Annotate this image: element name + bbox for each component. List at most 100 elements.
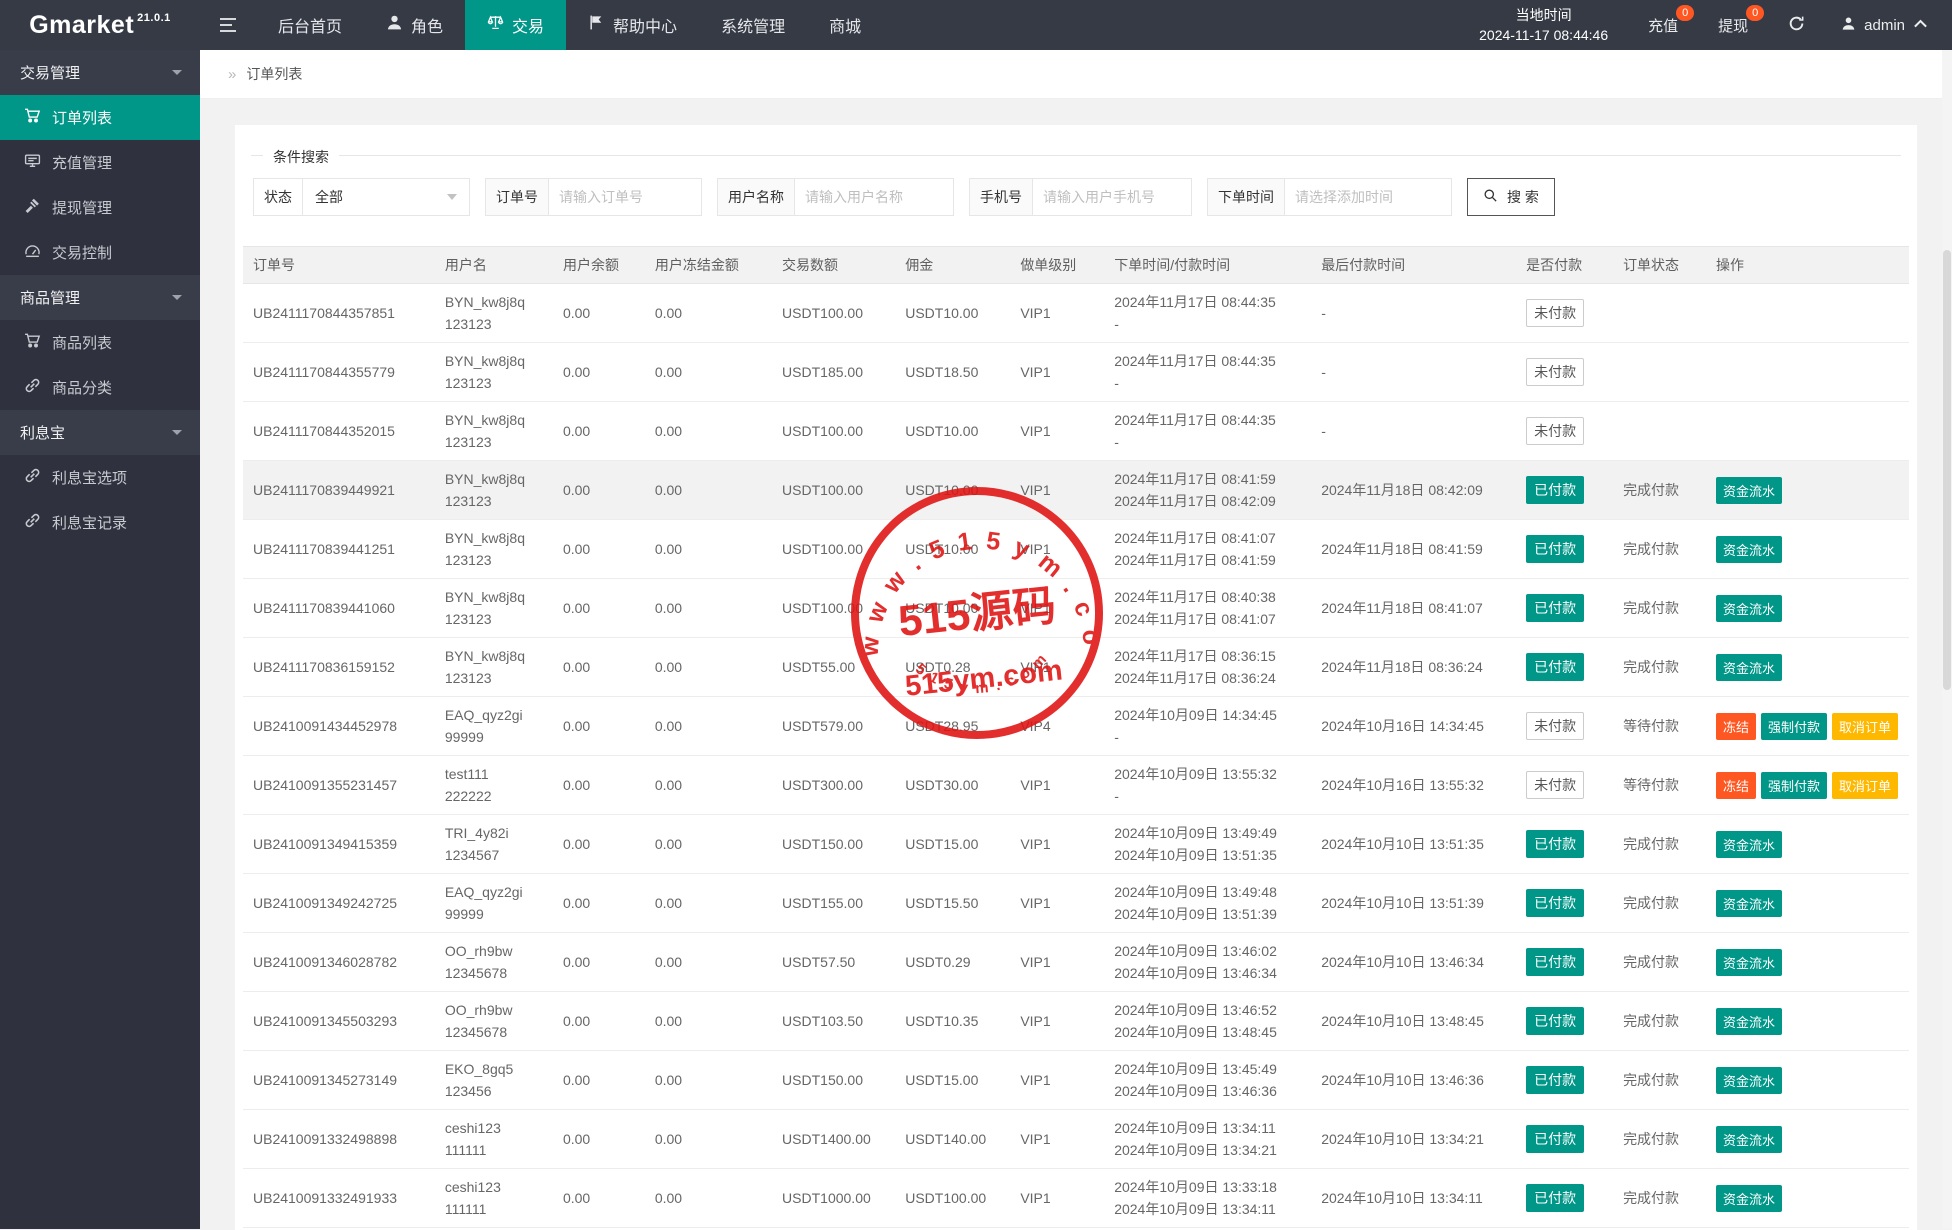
cell-order-no: UB2410091349415359: [243, 814, 435, 874]
cell-order-no: UB2410091346028782: [243, 932, 435, 992]
action-button[interactable]: 资金流水: [1715, 476, 1782, 504]
cell-amount: USDT100.00: [772, 401, 896, 461]
sidebar-group-header[interactable]: 利息宝: [0, 410, 200, 455]
link-icon: [24, 467, 41, 488]
table-row: UB2410091332491933 ceshi123 111111 0.00 0…: [243, 1168, 1909, 1228]
order-time-input[interactable]: [1285, 179, 1451, 215]
withdraw-button[interactable]: 提现 0: [1698, 0, 1768, 50]
nav-menu-item-0[interactable]: 后台首页: [256, 0, 364, 50]
sidebar-item[interactable]: 商品分类: [0, 365, 200, 410]
action-button[interactable]: 资金流水: [1715, 535, 1782, 563]
nav-menu-item-5[interactable]: 商城: [807, 0, 883, 50]
action-button[interactable]: 冻结: [1715, 771, 1756, 799]
nav-menu-item-4[interactable]: 系统管理: [699, 0, 807, 50]
sidebar-item[interactable]: 交易控制: [0, 230, 200, 275]
user-menu[interactable]: admin: [1825, 0, 1952, 50]
action-button[interactable]: 资金流水: [1715, 1125, 1782, 1153]
action-button[interactable]: 取消订单: [1831, 712, 1898, 740]
sidebar-item[interactable]: 利息宝记录: [0, 500, 200, 545]
app-version: 21.0.1: [137, 12, 171, 24]
action-button[interactable]: 冻结: [1715, 712, 1756, 740]
username-input[interactable]: [795, 179, 953, 215]
cell-order-time: 2024年10月09日 13:33:18 2024年10月09日 13:34:11: [1104, 1168, 1312, 1228]
sidebar-group-header[interactable]: 交易管理: [0, 50, 200, 95]
action-button[interactable]: 强制付款: [1760, 712, 1827, 740]
pay-status-badge: 已付款: [1526, 594, 1585, 622]
action-button[interactable]: 资金流水: [1715, 830, 1782, 858]
cell-user: ceshi123 111111: [434, 1168, 553, 1228]
action-button[interactable]: 资金流水: [1715, 653, 1782, 681]
recharge-button[interactable]: 充值 0: [1628, 0, 1698, 50]
cell-last-pay-time: 2024年10月10日 13:34:21: [1311, 1109, 1517, 1169]
sidebar-group-header[interactable]: 商品管理: [0, 275, 200, 320]
table-row: UB2410091349242725 EAQ_qyz2gi 99999 0.00 …: [243, 873, 1909, 933]
cell-pay-status: 已付款: [1516, 873, 1614, 933]
action-button[interactable]: 资金流水: [1715, 1007, 1782, 1035]
sidebar-item[interactable]: 提现管理: [0, 185, 200, 230]
cell-last-pay-time: 2024年10月10日 13:51:39: [1311, 873, 1517, 933]
nav-menu-item-2[interactable]: 交易: [465, 0, 567, 50]
person-icon: [386, 14, 403, 36]
cell-order-time: 2024年10月09日 13:49:48 2024年10月09日 13:51:39: [1104, 873, 1312, 933]
cell-pay-status: 已付款: [1516, 637, 1614, 697]
cell-order-status: 完成付款: [1613, 519, 1706, 579]
cell-pay-status: 已付款: [1516, 991, 1614, 1051]
action-button[interactable]: 资金流水: [1715, 889, 1782, 917]
sidebar-item[interactable]: 商品列表: [0, 320, 200, 365]
nav-menu-item-1[interactable]: 角色: [364, 0, 465, 50]
nav-menu-item-3[interactable]: 帮助中心: [566, 0, 699, 50]
cell-level: VIP1: [1010, 401, 1105, 461]
vertical-scrollbar[interactable]: [1942, 50, 1952, 1229]
pay-status-badge: 已付款: [1526, 1007, 1585, 1035]
sidebar-collapse-icon[interactable]: [200, 0, 256, 50]
cell-amount: USDT185.00: [772, 342, 896, 402]
cell-level: VIP1: [1010, 342, 1105, 402]
action-button[interactable]: 资金流水: [1715, 948, 1782, 976]
chevron-down-icon: [172, 295, 182, 300]
cell-balance: 0.00: [552, 460, 645, 520]
phone-input[interactable]: [1033, 179, 1191, 215]
pay-status-badge: 已付款: [1526, 1184, 1585, 1212]
cell-pay-status: 已付款: [1516, 932, 1614, 992]
column-header: 操作: [1705, 246, 1909, 284]
cell-level: VIP1: [1010, 519, 1105, 579]
cell-balance: 0.00: [552, 1109, 645, 1169]
cell-frozen: 0.00: [644, 696, 773, 756]
action-button[interactable]: 强制付款: [1760, 771, 1827, 799]
refresh-button[interactable]: [1768, 0, 1825, 50]
scrollbar-thumb[interactable]: [1943, 250, 1951, 690]
sidebar-item[interactable]: 订单列表: [0, 95, 200, 140]
column-header: 佣金: [895, 246, 1011, 284]
order-table: 订单号 用户名 用户余额 用户冻结金额 交易数额 佣金 做单级别 下单时间/付款时间 最后付款时…: [243, 246, 1909, 1228]
cell-balance: 0.00: [552, 932, 645, 992]
withdraw-badge: 0: [1746, 5, 1765, 21]
cell-level: VIP1: [1010, 814, 1105, 874]
cell-amount: USDT100.00: [772, 519, 896, 579]
column-header: 交易数额: [772, 246, 896, 284]
search-fieldset: 条件搜索: [251, 147, 1901, 167]
sidebar: 交易管理 订单列表 充值管理 提现管理 交易控制 商品管理 商品列表 商品分类 …: [0, 50, 200, 1229]
cell-order-time: 2024年10月09日 13:49:49 2024年10月09日 13:51:35: [1104, 814, 1312, 874]
user-icon: [1841, 16, 1856, 35]
cell-user: EAQ_qyz2gi 99999: [434, 696, 553, 756]
cell-order-no: UB2411170839441251: [243, 519, 435, 579]
action-button[interactable]: 资金流水: [1715, 1066, 1782, 1094]
search-button[interactable]: 搜 索: [1467, 178, 1555, 216]
cell-level: VIP1: [1010, 873, 1105, 933]
action-button[interactable]: 资金流水: [1715, 594, 1782, 622]
sidebar-item[interactable]: 充值管理: [0, 140, 200, 185]
cell-level: VIP1: [1010, 991, 1105, 1051]
order-no-input[interactable]: [549, 179, 701, 215]
status-select[interactable]: 全部: [303, 179, 469, 215]
cell-balance: 0.00: [552, 755, 645, 815]
app-logo-text: Gmarket: [29, 10, 135, 39]
sidebar-item[interactable]: 利息宝选项: [0, 455, 200, 500]
table-row: UB2410091345273149 EKO_8gq5 123456 0.00 0…: [243, 1050, 1909, 1110]
action-button[interactable]: 资金流水: [1715, 1184, 1782, 1212]
cell-order-no: UB2411170844357851: [243, 283, 435, 343]
cell-last-pay-time: 2024年11月18日 08:41:59: [1311, 519, 1517, 579]
cell-amount: USDT300.00: [772, 755, 896, 815]
action-button[interactable]: 取消订单: [1831, 771, 1898, 799]
pay-status-badge: 未付款: [1526, 358, 1585, 386]
phone-filter: 手机号: [969, 178, 1192, 216]
